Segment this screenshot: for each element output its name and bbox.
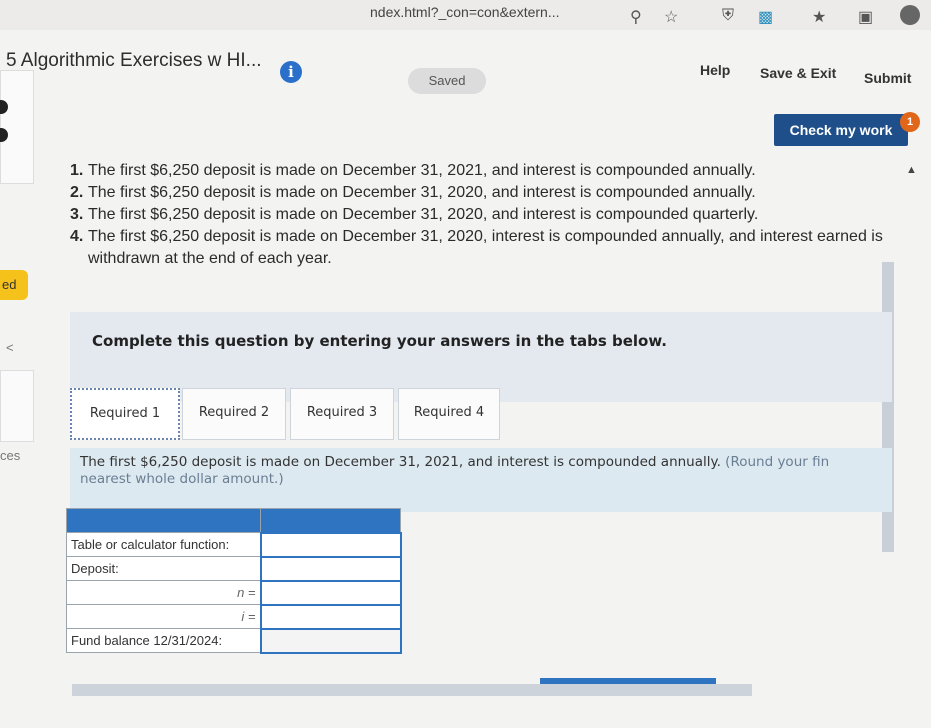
left-tab[interactable]: ed	[0, 270, 28, 300]
check-my-work-button[interactable]: Check my work	[774, 114, 908, 146]
table-header-cell	[260, 508, 401, 533]
fund-balance-input[interactable]	[259, 627, 402, 654]
row-label: Table or calculator function:	[66, 532, 261, 557]
collapse-arrow-icon[interactable]: <	[6, 340, 14, 355]
requirement-panel: The first $6,250 deposit is made on Dece…	[70, 448, 892, 512]
instruction-text: Complete this question by entering your …	[92, 332, 667, 350]
zoom-icon[interactable]: ⚲	[630, 7, 642, 27]
function-input[interactable]	[259, 531, 402, 558]
shield-icon[interactable]: ⛨	[722, 7, 734, 25]
save-exit-button[interactable]: Save & Exit	[760, 65, 836, 81]
favorites-icon[interactable]: ★	[812, 7, 826, 27]
table-header-row	[66, 508, 401, 533]
tab-required-2[interactable]: Required 2	[182, 388, 286, 440]
question-list: 1. The first $6,250 deposit is made on De…	[70, 160, 900, 270]
left-panel	[0, 70, 34, 184]
rounding-note-cont: nearest whole dollar amount.)	[80, 471, 284, 487]
answer-table: Table or calculator function: Deposit: n…	[66, 508, 402, 654]
question-item: 1. The first $6,250 deposit is made on De…	[70, 162, 756, 179]
check-count-badge: 1	[900, 112, 920, 132]
browser-toolbar: ndex.html?_con=con&extern... ⚲ ☆ ⛨ ▩ ★ ▣	[0, 0, 931, 30]
profile-icon[interactable]	[900, 5, 920, 25]
tab-required-3[interactable]: Required 3	[290, 388, 394, 440]
question-item: 4. The first $6,250 deposit is made on De…	[70, 228, 883, 267]
left-panel-lower	[0, 370, 34, 442]
requirement-text: The first $6,250 deposit is made on Dece…	[80, 454, 830, 487]
collections-icon[interactable]: ▣	[858, 7, 873, 27]
table-row: Table or calculator function:	[66, 531, 402, 558]
row-label: Deposit:	[66, 556, 261, 581]
saved-status: Saved	[408, 68, 486, 94]
tab-required-4[interactable]: Required 4	[398, 388, 500, 440]
table-row: Deposit:	[66, 555, 402, 582]
left-item-label[interactable]: ces	[0, 448, 20, 463]
question-item: 2. The first $6,250 deposit is made on De…	[70, 184, 756, 201]
tab-required-1[interactable]: Required 1	[70, 388, 180, 440]
extension-icon[interactable]: ▩	[758, 7, 773, 27]
row-label: Fund balance 12/31/2024:	[66, 628, 261, 653]
horizontal-scrollbar[interactable]	[72, 684, 752, 696]
row-label: i =	[66, 604, 261, 629]
table-row: Fund balance 12/31/2024:	[66, 627, 402, 654]
assignment-header: 5 Algorithmic Exercises w HI... i Saved …	[0, 30, 931, 94]
assignment-title: 5 Algorithmic Exercises w HI...	[6, 50, 262, 71]
star-icon[interactable]: ☆	[664, 7, 678, 27]
n-input[interactable]	[259, 579, 402, 606]
rounding-note: (Round your fin	[725, 454, 830, 470]
table-header-cell	[66, 508, 261, 533]
table-row: n =	[66, 579, 402, 606]
question-item: 3. The first $6,250 deposit is made on De…	[70, 206, 759, 223]
submit-button[interactable]: Submit	[864, 70, 911, 86]
info-icon[interactable]: i	[280, 61, 302, 83]
i-input[interactable]	[259, 603, 402, 630]
table-row: i =	[66, 603, 402, 630]
deposit-input[interactable]	[259, 555, 402, 582]
help-button[interactable]: Help	[700, 62, 730, 78]
scroll-up-icon[interactable]: ▲	[906, 164, 917, 176]
row-label: n =	[66, 580, 261, 605]
address-bar[interactable]: ndex.html?_con=con&extern...	[370, 4, 560, 20]
